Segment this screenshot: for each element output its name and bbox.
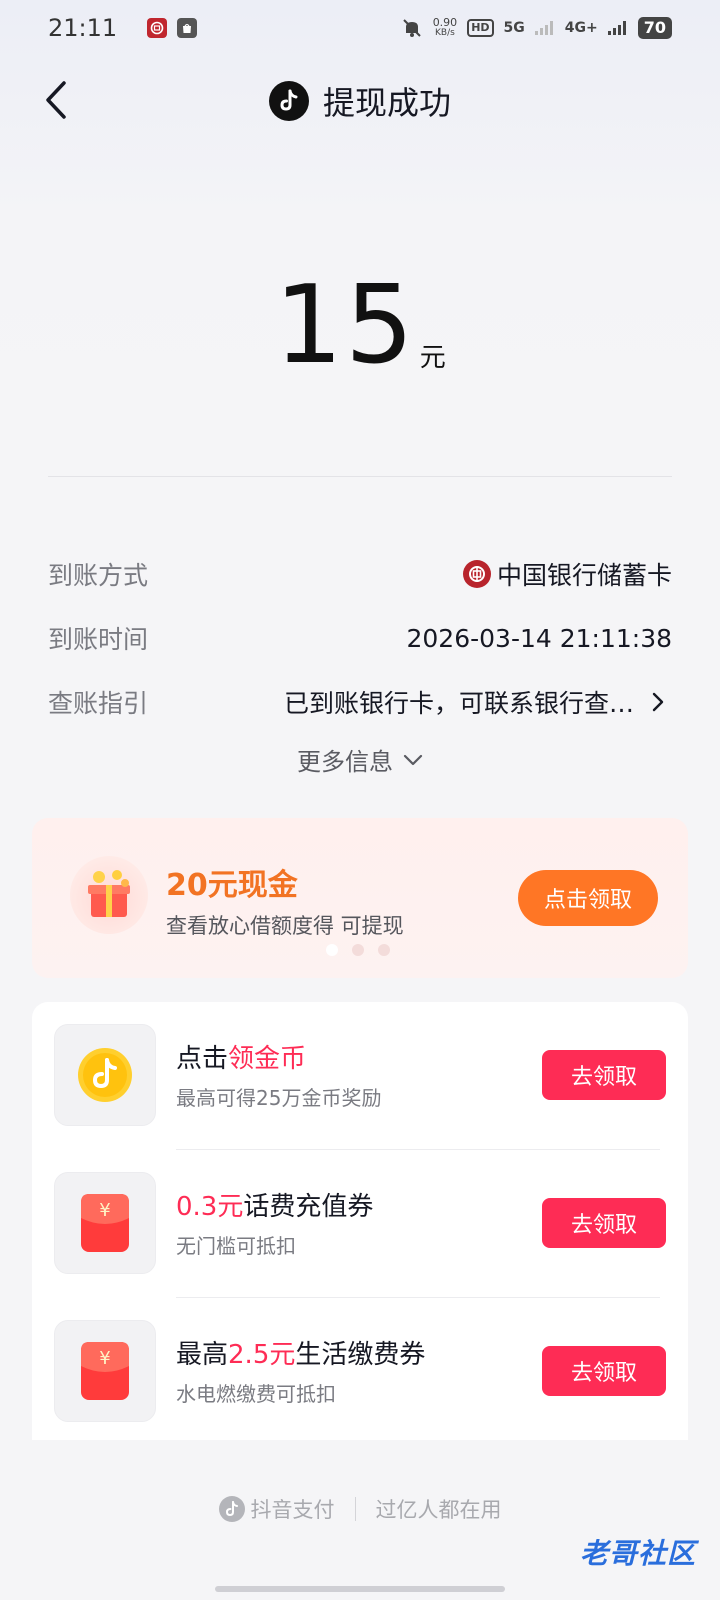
claim-phone-voucher-button[interactable]: 去领取 [542, 1198, 666, 1248]
promo-banner[interactable]: 20元现金 查看放心借额度得 可提现 点击领取 [32, 818, 688, 978]
carousel-dot [352, 944, 364, 956]
signal-bars-icon [534, 21, 553, 35]
signal-bars-icon [607, 21, 626, 35]
douyin-logo-icon [268, 81, 309, 121]
receive-time-label: 到账时间 [48, 625, 149, 654]
receive-method-value-group: 中国银行储蓄卡 [462, 556, 672, 592]
task-title: 0.3元话费充值券 [176, 1192, 374, 1222]
chevron-down-icon [403, 754, 423, 765]
task-title: 点击领金币 [176, 1044, 307, 1074]
network-5g-label: 5G [503, 20, 525, 36]
page-title: 提现成功 [322, 84, 451, 122]
carousel-dot [326, 944, 338, 956]
more-info-button[interactable]: 更多信息 [0, 742, 720, 777]
shopping-bag-notification-icon [177, 18, 198, 38]
title-group: 提现成功 [0, 78, 720, 124]
gift-box-icon [70, 856, 148, 934]
svg-text:¥: ¥ [99, 1348, 110, 1369]
list-item: ¥ 0.3元话费充值券 无门槛可抵扣 去领取 [32, 1150, 688, 1298]
network-speed: 0.90 KB/s [432, 16, 458, 38]
footer: 抖音支付 过亿人都在用 [0, 1494, 720, 1524]
battery-indicator: 70 [637, 17, 672, 39]
receive-method-row: 到账方式 中国银行储蓄卡 [48, 554, 672, 594]
receive-time-value: 2026-03-14 21:11:38 [406, 623, 672, 653]
withdraw-amount: 15 元 [0, 272, 720, 380]
promo-title: 20元现金 [166, 868, 298, 903]
receive-method-label: 到账方式 [48, 561, 149, 590]
claim-coins-button[interactable]: 去领取 [542, 1050, 666, 1100]
amount-value: 15 [274, 263, 416, 388]
account-guide-row[interactable]: 查账指引 已到账银行卡，可联系银行查… [48, 682, 672, 722]
footer-slogan: 过亿人都在用 [375, 1498, 502, 1522]
claim-cash-button[interactable]: 点击领取 [518, 870, 658, 926]
status-time: 21:11 [48, 14, 118, 42]
footer-brand-label: 抖音支付 [250, 1498, 335, 1522]
hd-badge: HD [467, 19, 494, 37]
list-item: 点击领金币 最高可得25万金币奖励 去领取 [32, 1002, 688, 1150]
page-header: 提现成功 [0, 62, 720, 138]
divider [48, 476, 672, 477]
bank-app-notification-icon [147, 18, 168, 38]
network-4g-label: 4G+ [564, 20, 598, 36]
svg-text:¥: ¥ [99, 1200, 110, 1221]
amount-unit: 元 [419, 343, 446, 373]
carousel-dots [326, 944, 390, 956]
status-indicators: 0.90 KB/s HD 5G 4G+ 70 [401, 17, 672, 39]
promo-subtitle: 查看放心借额度得 可提现 [166, 914, 404, 938]
task-subtitle: 无门槛可抵扣 [176, 1234, 296, 1258]
reward-task-list: 点击领金币 最高可得25万金币奖励 去领取 ¥ 0.3元话费充值券 无门槛可抵扣… [32, 1002, 688, 1440]
douyin-pay-logo-icon [218, 1496, 245, 1522]
list-item: ¥ 最高2.5元生活缴费券 水电燃缴费可抵扣 去领取 [32, 1298, 688, 1446]
home-indicator[interactable] [215, 1586, 505, 1592]
red-envelope-icon: ¥ [54, 1172, 156, 1274]
receive-time-row: 到账时间 2026-03-14 21:11:38 [48, 618, 672, 658]
carousel-dot [378, 944, 390, 956]
more-info-label: 更多信息 [297, 748, 393, 776]
watermark-logo: 老哥社区 [579, 1537, 696, 1570]
claim-utility-voucher-button[interactable]: 去领取 [542, 1346, 666, 1396]
task-subtitle: 最高可得25万金币奖励 [176, 1086, 382, 1110]
bank-of-china-icon [462, 560, 491, 588]
task-title: 最高2.5元生活缴费券 [176, 1340, 426, 1370]
status-bar: 21:11 0.90 KB/s HD 5G 4G+ 70 [0, 0, 720, 56]
gold-coin-icon [54, 1024, 156, 1126]
receive-method-value: 中国银行储蓄卡 [496, 561, 672, 590]
account-guide-label: 查账指引 [48, 689, 149, 718]
account-guide-value: 已到账银行卡，可联系银行查… [283, 689, 634, 718]
red-envelope-icon: ¥ [54, 1320, 156, 1422]
mute-bell-icon [402, 19, 421, 37]
footer-brand: 抖音支付 [218, 1494, 335, 1524]
divider [354, 1497, 356, 1521]
task-subtitle: 水电燃缴费可抵扣 [176, 1382, 336, 1406]
chevron-right-icon [652, 692, 672, 712]
